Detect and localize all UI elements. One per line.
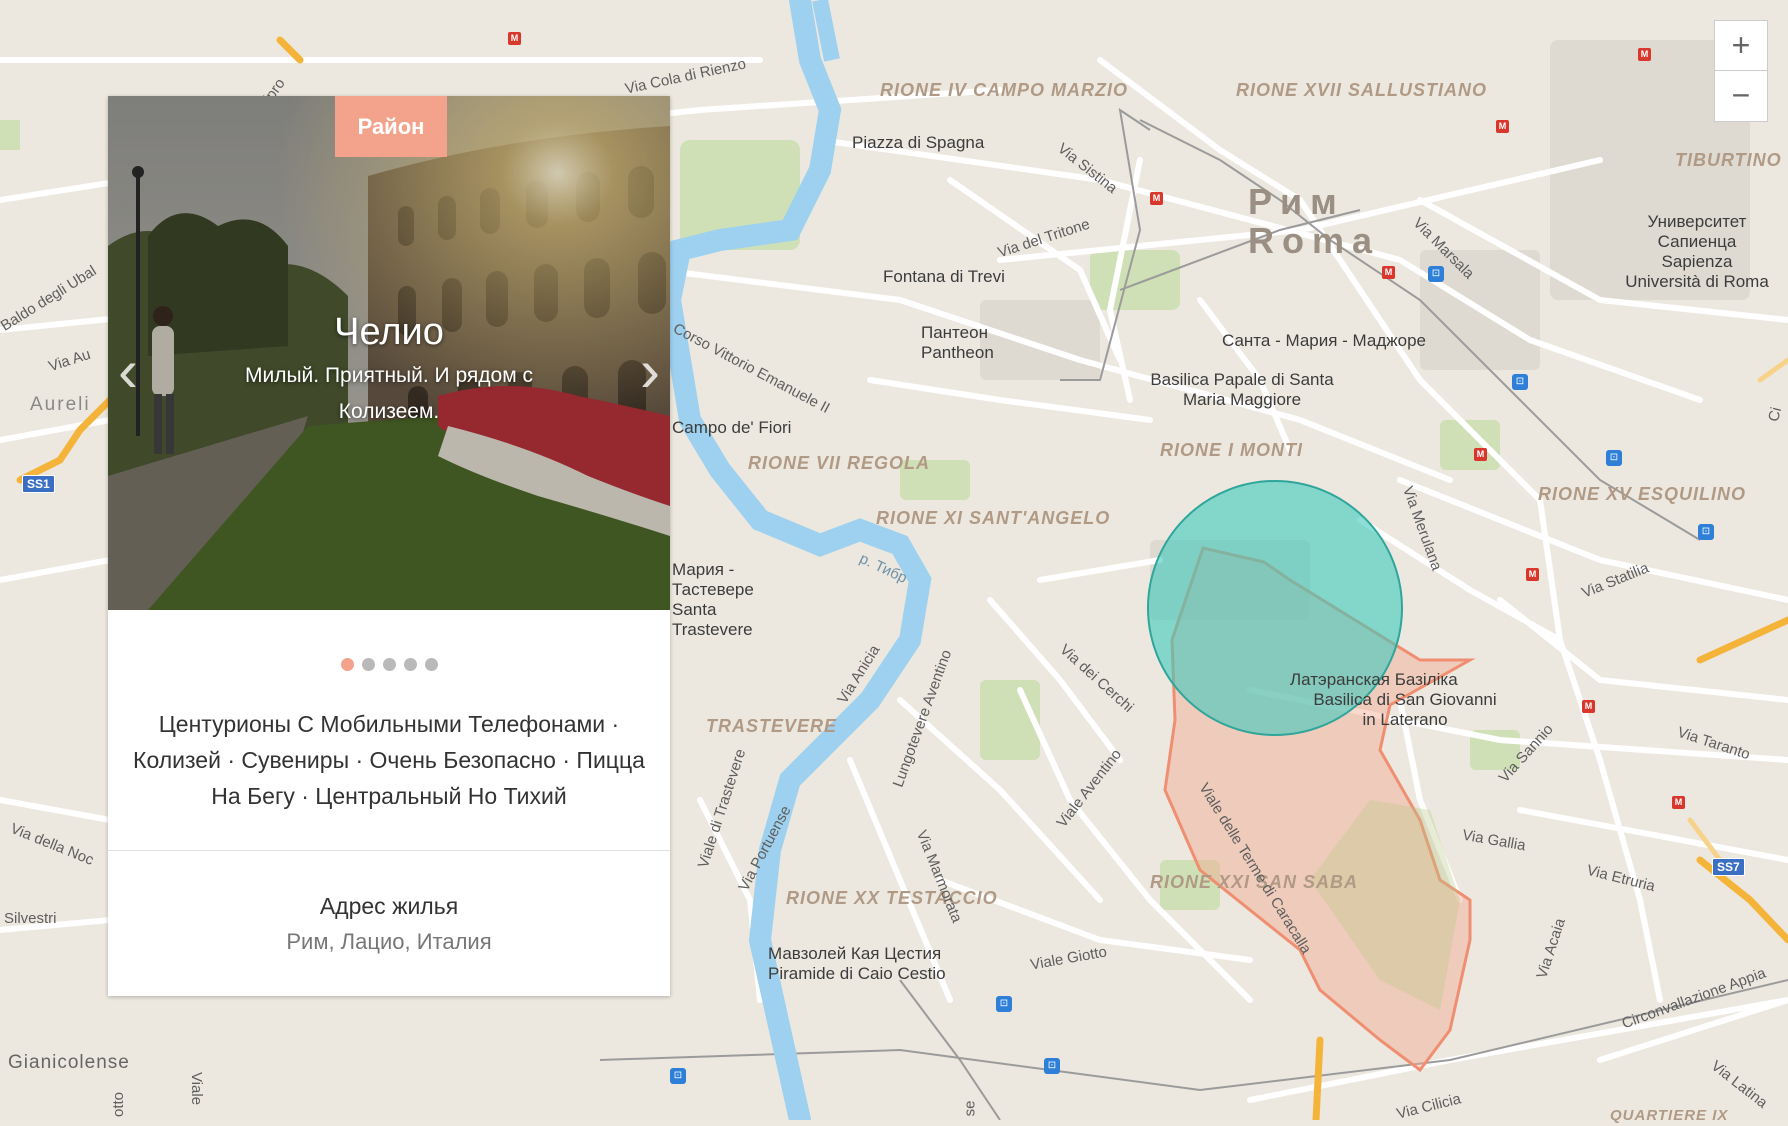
slide-dot[interactable] (382, 658, 396, 671)
poi-smm-it[interactable]: Basilica Papale di Santa Maria Maggiore (1142, 370, 1342, 410)
area-aurelia: Aureli (30, 394, 91, 415)
poi-campo[interactable]: Campo de' Fiori (672, 418, 791, 438)
district-sallustiano: RIONE XVII SALLUSTIANO (1236, 80, 1488, 100)
slide-dot[interactable] (424, 658, 438, 671)
poi-lateran-it[interactable]: Basilica di San Giovanni in Laterano (1310, 690, 1500, 730)
district-tiburtino: TIBURTINO (1675, 150, 1782, 170)
district-testaccio: RIONE XX TESTACCIO (786, 888, 998, 908)
neighborhood-tags: Центурионы С Мобильными Телефонами · Кол… (133, 711, 645, 809)
neighborhood-photo: Район Челио Милый. Приятный. И рядом с К… (108, 96, 670, 610)
chevron-left-icon[interactable]: ‹ (118, 336, 138, 405)
metro-icon[interactable]: M (1526, 568, 1539, 581)
metro-icon[interactable]: M (1474, 448, 1487, 461)
metro-icon[interactable]: M (1638, 48, 1651, 61)
district-monti: RIONE I MONTI (1160, 440, 1303, 460)
poi-trastevere-church[interactable]: Мария - Тастевере Santa Trastevere (672, 560, 754, 640)
district-sant-angelo: RIONE XI SANT'ANGELO (876, 508, 1111, 528)
zoom-in-button[interactable]: + (1714, 20, 1768, 72)
neighborhood-title: Челио (334, 311, 444, 353)
poi-smm-ru[interactable]: Санта - Мария - Маджоре (1204, 331, 1444, 351)
metro-icon[interactable]: M (1382, 266, 1395, 279)
street-viale-bottom: Viale (188, 1071, 206, 1106)
poi-cestius-it[interactable]: Piramide di Caio Cestio (768, 964, 946, 984)
poi-pantheon-ru[interactable]: Пантеон (921, 323, 988, 343)
poi-spagna[interactable]: Piazza di Spagna (852, 133, 984, 153)
area-gianicolense: Gianicolense (8, 1052, 130, 1073)
poi-lateran-ru[interactable]: Латэранская Базіліка (1290, 670, 1458, 690)
district-esquilino: RIONE XV ESQUILINO (1538, 484, 1747, 504)
train-station-icon[interactable]: ⊡ (1428, 266, 1444, 282)
district-quartiere: QUARTIERE IX (1610, 1107, 1729, 1124)
city-label-it: Roma (1248, 220, 1381, 261)
zoom-out-button[interactable]: − (1714, 70, 1768, 122)
chevron-right-icon[interactable]: › (640, 336, 660, 405)
category-badge: Район (335, 96, 447, 157)
metro-icon[interactable]: M (1150, 192, 1163, 205)
poi-university[interactable]: Университет Сапиенца Sapienza Università… (1622, 212, 1772, 292)
metro-icon[interactable]: M (1672, 796, 1685, 809)
street-se: se (961, 1100, 979, 1117)
train-station-icon[interactable]: ⊡ (1512, 374, 1528, 390)
divider (108, 850, 670, 851)
road-shield-ss1: SS1 (22, 475, 55, 493)
district-trastevere: TRASTEVERE (706, 716, 838, 736)
train-station-icon[interactable]: ⊡ (1044, 1058, 1060, 1074)
road-shield-ss7: SS7 (1712, 858, 1745, 876)
metro-icon[interactable]: M (1496, 120, 1509, 133)
address-label: Адрес жилья (319, 893, 459, 919)
poi-cestius-ru[interactable]: Мавзолей Кая Цестия (768, 944, 941, 964)
poi-trevi[interactable]: Fontana di Trevi (883, 267, 1005, 287)
train-station-icon[interactable]: ⊡ (996, 996, 1012, 1012)
address-value: Рим, Лацио, Италия (286, 929, 492, 954)
district-campo-marzio: RIONE IV CAMPO MARZIO (880, 80, 1129, 100)
slide-dot[interactable] (340, 658, 354, 671)
slide-indicator (108, 658, 670, 676)
street-otto: otto (110, 1091, 128, 1118)
district-regola: RIONE VII REGOLA (748, 453, 931, 473)
neighborhood-card: Район Челио Милый. Приятный. И рядом с К… (108, 96, 670, 996)
metro-icon[interactable]: M (1582, 700, 1595, 713)
neighborhood-subtitle: Милый. Приятный. И рядом с Колизеем. (244, 364, 533, 423)
city-label-ru: Рим (1248, 181, 1345, 222)
metro-icon[interactable]: M (508, 32, 521, 45)
poi-pantheon-it[interactable]: Pantheon (921, 343, 994, 363)
train-station-icon[interactable]: ⊡ (1698, 524, 1714, 540)
street-silvestri: Silvestri (4, 910, 57, 927)
slide-dot[interactable] (403, 658, 417, 671)
train-station-icon[interactable]: ⊡ (1606, 450, 1622, 466)
train-station-icon[interactable]: ⊡ (670, 1068, 686, 1084)
slide-dot[interactable] (361, 658, 375, 671)
